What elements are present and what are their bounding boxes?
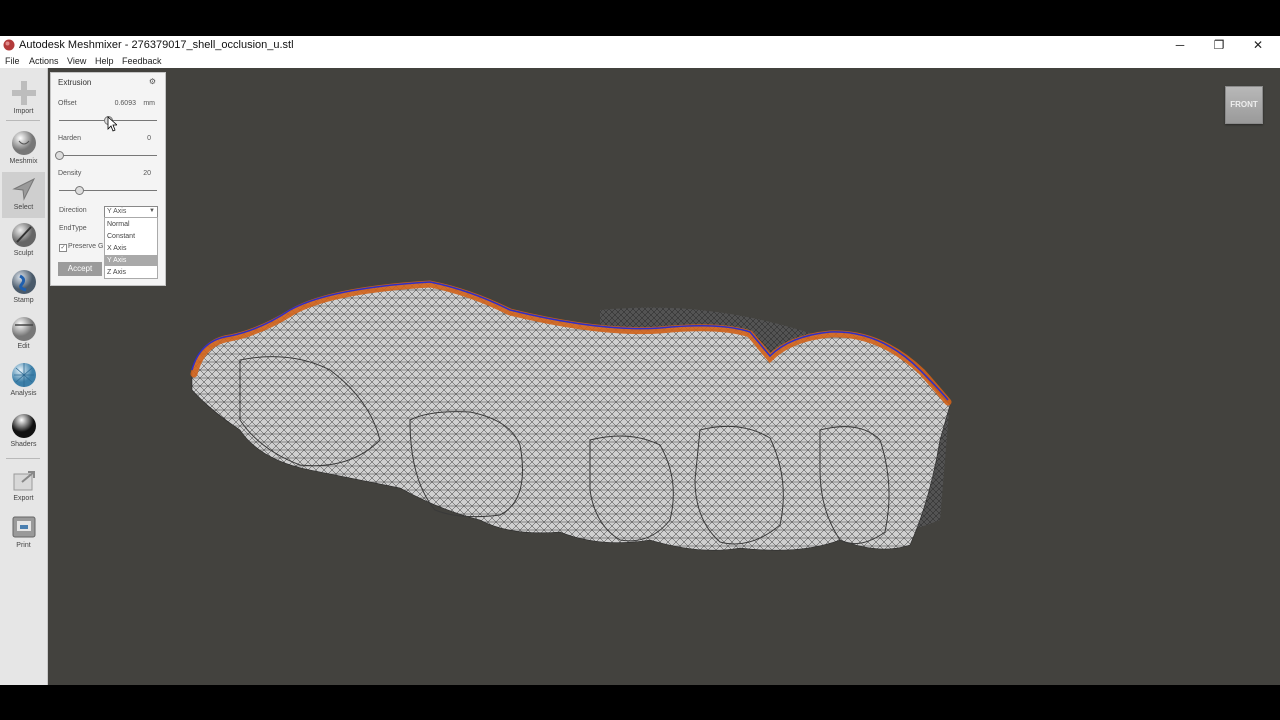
tool-label: Analysis [10, 390, 37, 397]
tool-label: Export [13, 495, 34, 502]
harden-value[interactable]: 0 [131, 135, 151, 142]
extrusion-panel: Extrusion ⚙ Offset 0.6093 mm Harden 0 De… [50, 72, 166, 286]
tool-select[interactable]: Select [2, 172, 45, 218]
density-value[interactable]: 20 [131, 170, 151, 177]
tool-label: Select [13, 204, 34, 211]
tool-sculpt[interactable]: Sculpt [2, 218, 45, 264]
window-title: Autodesk Meshmixer - 276379017_shell_occ… [19, 39, 294, 51]
export-icon [13, 471, 35, 491]
letterbox-top [0, 0, 1280, 36]
offset-label: Offset [58, 100, 77, 107]
printer-icon [12, 516, 35, 538]
meshmixer-logo-icon [3, 39, 15, 51]
tool-stamp[interactable]: Stamp [2, 265, 45, 311]
accept-button[interactable]: Accept [58, 262, 102, 276]
tool-meshmix[interactable]: Meshmix [2, 126, 45, 172]
edit-sphere-icon [11, 317, 36, 341]
analysis-sphere-icon [11, 363, 36, 387]
tool-label: Sculpt [13, 250, 34, 257]
plus-icon [11, 81, 36, 105]
close-button[interactable]: ✕ [1239, 36, 1277, 55]
mouse-cursor-icon [107, 116, 117, 132]
density-slider[interactable] [59, 190, 157, 191]
preserve-label: Preserve G [68, 243, 104, 250]
tool-label: Import [13, 108, 34, 115]
menu-view[interactable]: View [67, 56, 86, 66]
restore-button[interactable]: ❐ [1200, 36, 1238, 55]
tool-print[interactable]: Print [2, 510, 45, 556]
offset-value[interactable]: 0.6093 [109, 100, 136, 107]
tool-export[interactable]: Export [2, 463, 45, 509]
tool-edit[interactable]: Edit [2, 311, 45, 357]
title-bar: Autodesk Meshmixer - 276379017_shell_occ… [0, 36, 1280, 55]
preserve-checkbox[interactable]: ✓ [59, 244, 67, 252]
tool-label: Stamp [13, 297, 34, 304]
brush-icon [11, 223, 36, 247]
tool-label: Print [16, 542, 31, 549]
minimize-button[interactable]: ─ [1161, 36, 1199, 55]
gear-icon[interactable]: ⚙ [149, 77, 156, 86]
density-slider-thumb[interactable] [74, 186, 84, 195]
tool-label: Meshmix [9, 158, 38, 165]
harden-slider-thumb[interactable] [55, 151, 64, 160]
menu-feedback[interactable]: Feedback [122, 56, 162, 66]
option-constant[interactable]: Constant [105, 231, 157, 242]
density-label: Density [58, 170, 82, 177]
stamp-icon [11, 270, 36, 294]
toolbar-divider [6, 120, 40, 121]
tool-import[interactable]: Import [2, 76, 45, 122]
option-z-axis[interactable]: Z Axis [105, 267, 157, 278]
harden-label: Harden [58, 135, 81, 142]
direction-label: Direction [59, 207, 87, 214]
left-toolbar: Import Meshmix Select Sculpt Stamp Edit … [0, 68, 48, 685]
letterbox-bottom [0, 685, 1280, 720]
menu-help[interactable]: Help [95, 56, 114, 66]
direction-dropdown: Normal Constant X Axis Y Axis Z Axis [104, 217, 158, 279]
dental-mesh-model[interactable] [180, 270, 970, 560]
shaders-sphere-icon [11, 414, 36, 438]
view-cube-front[interactable]: FRONT [1225, 86, 1263, 124]
offset-unit: mm [143, 100, 155, 107]
tool-analysis[interactable]: Analysis [2, 358, 45, 404]
tool-label: Edit [17, 343, 30, 350]
menu-actions[interactable]: Actions [29, 56, 59, 66]
option-y-axis[interactable]: Y Axis [105, 255, 157, 266]
toolbar-divider [6, 458, 40, 459]
tool-label: Shaders [10, 441, 37, 448]
option-normal[interactable]: Normal [105, 219, 157, 230]
endtype-label: EndType [59, 225, 87, 232]
panel-title: Extrusion [58, 78, 92, 87]
option-x-axis[interactable]: X Axis [105, 243, 157, 254]
harden-slider[interactable] [59, 155, 157, 156]
meshmix-sphere-icon [11, 131, 36, 155]
select-arrow-icon [11, 177, 35, 201]
direction-selected: Y Axis [107, 208, 127, 215]
tool-shaders[interactable]: Shaders [2, 409, 45, 455]
menu-file[interactable]: File [5, 56, 20, 66]
chevron-down-icon: ▼ [149, 208, 155, 214]
menu-bar: File Actions View Help Feedback [0, 55, 1280, 68]
